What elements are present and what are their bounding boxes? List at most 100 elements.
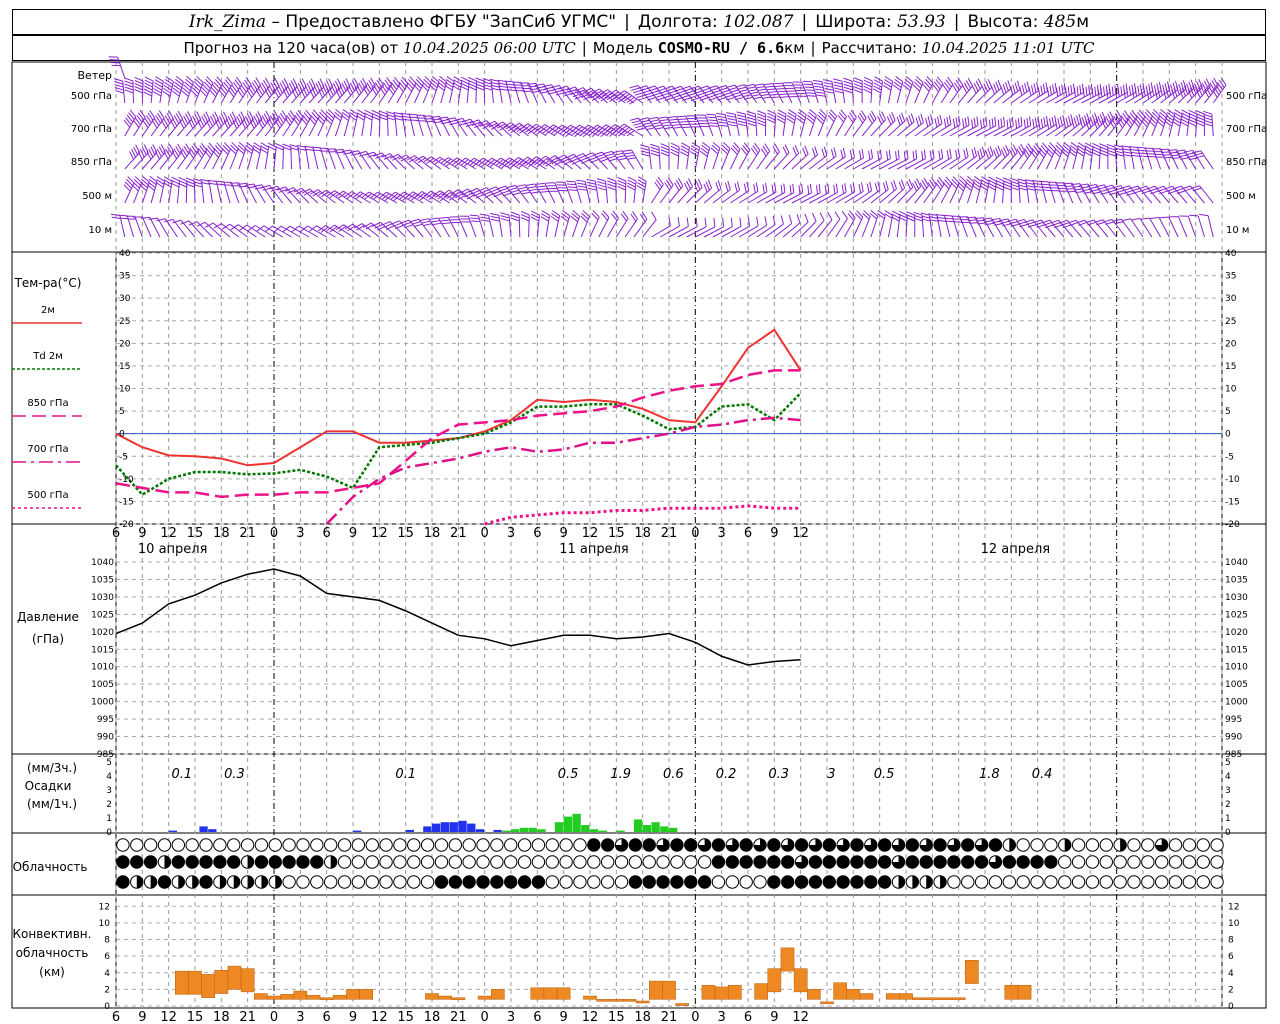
x-tick-label: 6 — [323, 526, 331, 541]
wind-barb — [1159, 216, 1179, 238]
conv-ytick-right: 6 — [1228, 952, 1234, 962]
cloud-circle — [767, 838, 781, 852]
cloud-circle — [961, 855, 975, 869]
precip-ytick: 2 — [106, 800, 112, 810]
wind-barb — [699, 142, 711, 170]
precip-ytick: 4 — [106, 772, 112, 782]
precip-bar-green — [633, 819, 643, 832]
wind-barb — [800, 212, 817, 238]
cloud-circle — [254, 838, 269, 852]
wind-barb — [316, 109, 328, 137]
conv-cloud-bar — [965, 960, 979, 984]
precip-bar-blue — [493, 829, 502, 832]
wind-barb — [720, 142, 731, 170]
cloud-circle — [822, 875, 836, 889]
cloud-circle — [337, 875, 352, 889]
wind-barb — [123, 176, 135, 204]
wind-barb — [872, 76, 884, 104]
wind-barb — [178, 177, 188, 204]
wind-barb — [650, 143, 661, 170]
precip-total-3h: 0.1 — [395, 767, 416, 782]
wind-level-label: 850 гПа — [71, 157, 112, 168]
wind-barb — [550, 210, 561, 238]
wind-barb — [791, 213, 809, 238]
cloud-circle — [600, 855, 615, 869]
wind-barb — [747, 182, 768, 204]
wind-barb — [843, 77, 854, 104]
cloud-circle — [559, 875, 573, 889]
x-tick-label: 15 — [608, 526, 625, 541]
press-ytick: 1025 — [91, 610, 114, 620]
cloud-circle — [434, 855, 449, 869]
press-ytick-right: 1030 — [1225, 593, 1248, 603]
cloud-circle — [1127, 875, 1141, 889]
cloud-circle — [365, 855, 379, 869]
cloud-circle — [351, 875, 366, 889]
wind-barb — [229, 142, 239, 170]
x-tick-label: 0 — [270, 526, 278, 541]
cloud-circle — [1210, 855, 1224, 869]
wind-barb — [400, 112, 415, 137]
wind-barb — [170, 176, 181, 204]
x-tick-label-bottom: 21 — [661, 1010, 678, 1024]
cloud-circle — [1141, 855, 1155, 869]
cloud-circle — [1182, 838, 1197, 852]
temp-ytick-right: 40 — [1225, 249, 1237, 259]
wind-barb — [205, 222, 231, 238]
wind-barb — [940, 76, 954, 104]
wind-barb — [371, 110, 381, 137]
cloud-circle — [725, 855, 740, 869]
conv-cloud-bar — [425, 993, 439, 1000]
wind-barb — [396, 76, 409, 104]
x-tick-label: 3 — [718, 526, 726, 541]
pressure-title: Давление — [17, 610, 79, 624]
x-tick-label-bottom: 12 — [160, 1010, 177, 1024]
conv-ytick: 12 — [99, 902, 110, 912]
cloud-circle — [822, 855, 836, 869]
x-tick-label-bottom: 18 — [634, 1010, 651, 1024]
cloud-circle — [697, 855, 712, 869]
wind-barb — [914, 114, 934, 137]
cloud-circle — [365, 838, 379, 852]
cloud-circle — [420, 855, 435, 869]
precip-bar-blue — [199, 826, 208, 832]
wind-barb — [598, 210, 610, 238]
cloud-circle — [794, 875, 809, 889]
cloud-circle — [1113, 875, 1127, 889]
cloud-circle — [642, 838, 656, 852]
cloud-circle — [850, 855, 864, 869]
wind-barb — [1150, 217, 1170, 238]
x-tick-label: 9 — [560, 526, 568, 541]
precip-bar-green — [598, 830, 608, 832]
cloud-circle — [213, 855, 227, 869]
cloud-circle — [573, 875, 587, 889]
press-ytick: 1015 — [91, 645, 114, 655]
cloud-circle — [379, 875, 393, 889]
wind-barb — [738, 182, 759, 204]
cloud-circle — [919, 855, 933, 869]
cloud-circle — [711, 855, 726, 869]
conv-title-line: Конвективн. — [13, 927, 92, 941]
cloud-fill — [192, 875, 199, 889]
wind-barb — [710, 141, 721, 170]
wind-barb — [1011, 81, 1030, 104]
cloud-circle — [697, 875, 712, 889]
wind-barb — [267, 142, 277, 170]
x-tick-label-bottom: 9 — [770, 1010, 778, 1024]
cloud-circle — [587, 875, 601, 889]
cloud-circle — [490, 855, 504, 869]
cloud-fill — [219, 875, 227, 889]
x-tick-label-bottom: 3 — [718, 1010, 726, 1024]
x-tick-label: 21 — [661, 526, 678, 541]
cloud-circle — [531, 875, 546, 889]
cloud-circle — [822, 838, 836, 852]
wind-barb — [636, 176, 647, 204]
wind-barb — [984, 145, 1002, 170]
wind-barb — [274, 143, 285, 170]
temp-ytick: 35 — [119, 272, 130, 282]
precip-total-3h: 0.3 — [768, 767, 789, 782]
cloud-fill — [898, 875, 905, 889]
cloud-circle — [282, 838, 296, 852]
wind-barb — [676, 115, 696, 137]
precip-bar-green — [554, 822, 564, 832]
